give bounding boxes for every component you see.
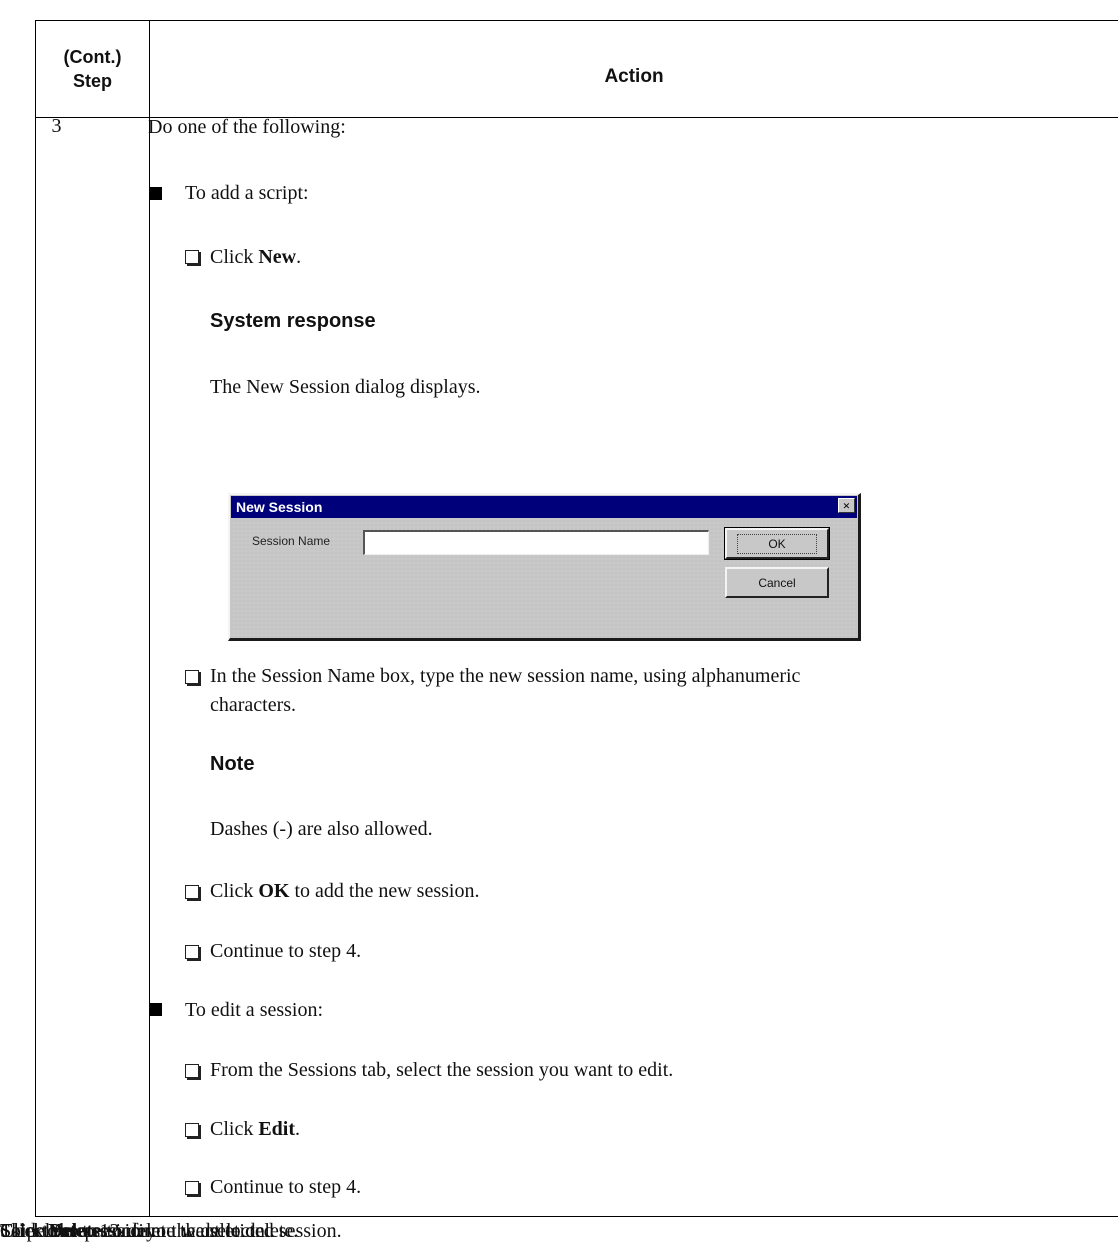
instruction-continue-edit: Continue to step 4. bbox=[210, 1176, 362, 1198]
ok-button-ref: OK bbox=[258, 880, 290, 902]
bullet-square-edit bbox=[149, 1003, 162, 1016]
cancel-button[interactable]: Cancel bbox=[725, 567, 829, 598]
note-text: Dashes (-) are also allowed. bbox=[210, 818, 433, 840]
step-intro: Do one of the following: bbox=[148, 116, 346, 138]
instruction-click-new: Click New. bbox=[210, 246, 302, 268]
step-header-line1: (Cont.) bbox=[63, 47, 122, 67]
system-response-text: The New Session dialog displays. bbox=[210, 376, 481, 398]
step-column-header: (Cont.) Step bbox=[36, 21, 149, 117]
checkbox-click-new bbox=[185, 250, 199, 264]
close-icon[interactable]: × bbox=[838, 498, 855, 513]
note-heading: Note bbox=[210, 753, 255, 775]
new-button-ref: New bbox=[258, 246, 297, 268]
session-name-input[interactable] bbox=[363, 530, 709, 555]
checkbox-type-name bbox=[185, 670, 199, 684]
dialog-title-bar: New Session bbox=[231, 496, 857, 518]
checkbox-continue-edit bbox=[185, 1181, 199, 1195]
bullet-square-add bbox=[149, 187, 162, 200]
step-number: 3 bbox=[51, 115, 62, 137]
dialog-title: New Session bbox=[236, 499, 323, 515]
bullet-edit-session: To edit a session: bbox=[185, 999, 324, 1021]
instruction-continue-add: Continue to step 4. bbox=[210, 940, 362, 962]
instruction-select-edit: From the Sessions tab, select the sessio… bbox=[210, 1059, 674, 1081]
checkbox-click-edit bbox=[185, 1123, 199, 1137]
instruction-click-ok: Click OK to add the new session. bbox=[210, 880, 480, 902]
session-name-label: Session Name bbox=[252, 534, 331, 548]
edit-button-ref: Edit bbox=[258, 1118, 296, 1140]
checkbox-click-ok bbox=[185, 885, 199, 899]
step-header-line2: Step bbox=[72, 71, 112, 91]
new-session-dialog: New Session × Session Name OK Cancel bbox=[228, 493, 861, 641]
system-response-heading: System response bbox=[210, 310, 376, 332]
instruction-click-edit: Click Edit. bbox=[210, 1118, 301, 1140]
ok-button[interactable]: OK bbox=[724, 527, 830, 560]
checkbox-continue-add bbox=[185, 945, 199, 959]
instruction-type-name-line1: In the Session Name box, type the new se… bbox=[210, 665, 801, 687]
instruction-skip: Skip to step 12. bbox=[0, 1220, 125, 1242]
bullet-add-script: To add a script: bbox=[185, 182, 309, 204]
column-divider bbox=[149, 21, 150, 1216]
action-column-header: Action bbox=[604, 66, 664, 87]
instruction-type-name-line2: characters. bbox=[210, 694, 297, 716]
checkbox-select-edit bbox=[185, 1064, 199, 1078]
